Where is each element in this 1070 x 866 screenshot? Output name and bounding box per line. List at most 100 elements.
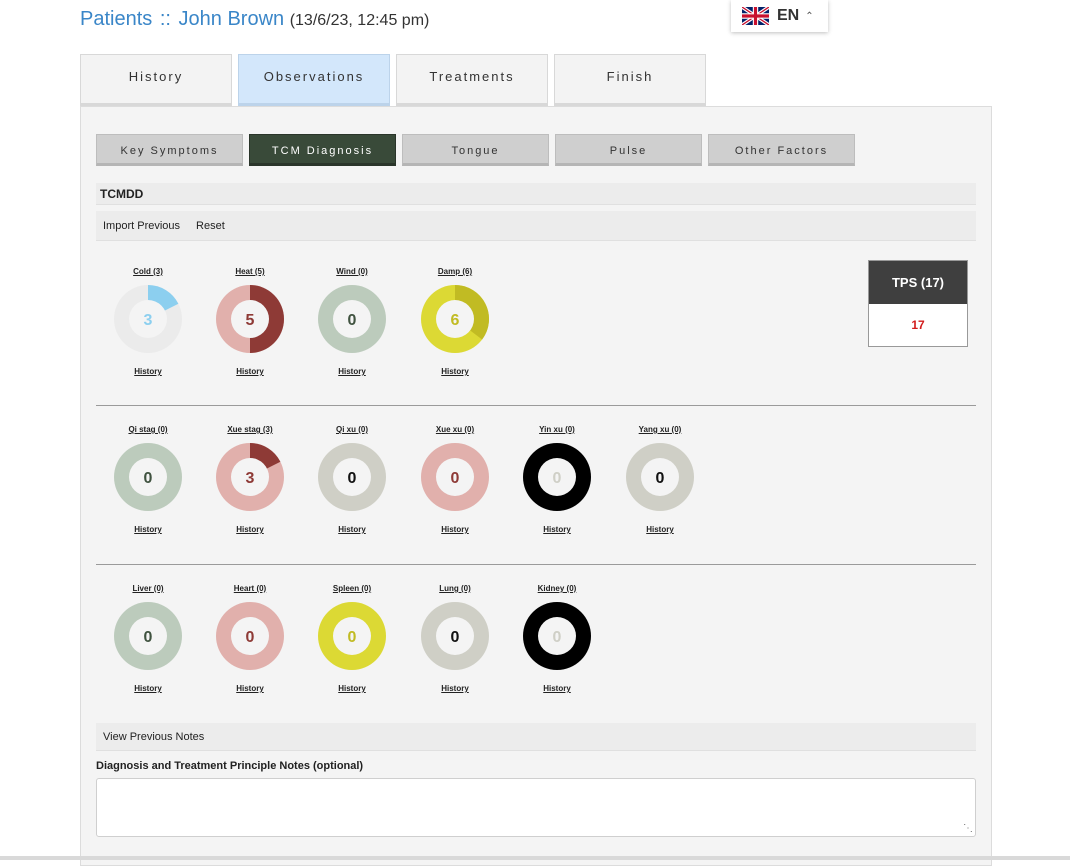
donut-gauge: 0 [421, 443, 489, 511]
gauge-value: 0 [656, 470, 665, 487]
reset-button[interactable]: Reset [196, 220, 225, 232]
gauge-label[interactable]: Qi stag (0) [97, 425, 199, 437]
gauge-label[interactable]: Qi xu (0) [301, 425, 403, 437]
uk-flag-icon [742, 7, 769, 25]
donut-gauge: 0 [626, 443, 694, 511]
gauge-value: 6 [451, 312, 460, 329]
history-link[interactable]: History [199, 525, 301, 534]
gauge-heat: Heat (5) 5 History [199, 267, 301, 376]
gauge-label[interactable]: Xue stag (3) [199, 425, 301, 437]
history-link[interactable]: History [506, 684, 608, 693]
gauge-label[interactable]: Wind (0) [301, 267, 403, 279]
row-divider [96, 405, 976, 406]
donut-gauge: 0 [318, 602, 386, 670]
gauge-label[interactable]: Xue xu (0) [404, 425, 506, 437]
gauge-label[interactable]: Lung (0) [404, 584, 506, 596]
gauge-value: 3 [144, 312, 153, 329]
gauge-value: 0 [348, 629, 357, 646]
tab-finish[interactable]: Finish [554, 54, 706, 106]
tps-box: TPS (17) 17 [868, 260, 968, 347]
gauge-label[interactable]: Damp (6) [404, 267, 506, 279]
gauge-cold: Cold (3) 3 History [97, 267, 199, 376]
tab-treatments[interactable]: Treatments [396, 54, 548, 106]
donut-gauge: 0 [318, 443, 386, 511]
gauge-lung: Lung (0) 0 History [404, 584, 506, 693]
view-previous-notes-button[interactable]: View Previous Notes [103, 731, 204, 743]
history-link[interactable]: History [609, 525, 711, 534]
gauge-heart: Heart (0) 0 History [199, 584, 301, 693]
resize-grip-icon[interactable]: ⋱ [963, 823, 973, 834]
gauge-qi-xu: Qi xu (0) 0 History [301, 425, 403, 534]
main-tabs: History Observations Treatments Finish [80, 54, 712, 106]
gauge-damp: Damp (6) 6 History [404, 267, 506, 376]
sub-tabs: Key Symptoms TCM Diagnosis Tongue Pulse … [96, 134, 861, 166]
gauge-wind: Wind (0) 0 History [301, 267, 403, 376]
chevron-up-icon: ⌃ [805, 10, 814, 22]
donut-gauge: 0 [421, 602, 489, 670]
gauge-value: 3 [246, 470, 255, 487]
language-selector[interactable]: EN ⌃ [731, 0, 828, 32]
gauge-liver: Liver (0) 0 History [97, 584, 199, 693]
bottom-divider [0, 856, 1070, 860]
breadcrumb-patient-link[interactable]: John Brown [179, 8, 285, 30]
history-link[interactable]: History [97, 684, 199, 693]
breadcrumb-patients-link[interactable]: Patients [80, 8, 152, 30]
gauge-label[interactable]: Heart (0) [199, 584, 301, 596]
donut-gauge: 0 [114, 602, 182, 670]
gauge-label[interactable]: Heat (5) [199, 267, 301, 279]
donut-gauge: 0 [114, 443, 182, 511]
tps-value: 17 [911, 318, 925, 332]
observations-panel: Key Symptoms TCM Diagnosis Tongue Pulse … [80, 106, 992, 866]
donut-gauge: 0 [523, 443, 591, 511]
history-link[interactable]: History [506, 525, 608, 534]
gauge-value: 0 [246, 629, 255, 646]
import-previous-button[interactable]: Import Previous [103, 220, 180, 232]
history-link[interactable]: History [199, 684, 301, 693]
gauge-spleen: Spleen (0) 0 History [301, 584, 403, 693]
history-link[interactable]: History [301, 684, 403, 693]
history-link[interactable]: History [301, 367, 403, 376]
gauge-value: 0 [451, 470, 460, 487]
history-link[interactable]: History [97, 525, 199, 534]
actions-bar: Import Previous Reset [96, 211, 976, 241]
subtab-tongue[interactable]: Tongue [402, 134, 549, 166]
donut-gauge: 0 [523, 602, 591, 670]
tps-title: TPS (17) [869, 261, 967, 304]
breadcrumb-separator: :: [159, 8, 171, 30]
gauge-yin-xu: Yin xu (0) 0 History [506, 425, 608, 534]
gauge-label[interactable]: Spleen (0) [301, 584, 403, 596]
gauge-value: 0 [348, 470, 357, 487]
donut-gauge: 0 [318, 285, 386, 353]
gauge-xue-xu: Xue xu (0) 0 History [404, 425, 506, 534]
tab-observations[interactable]: Observations [238, 54, 390, 106]
donut-gauge: 3 [114, 285, 182, 353]
gauge-label[interactable]: Yin xu (0) [506, 425, 608, 437]
row-divider [96, 564, 976, 565]
history-link[interactable]: History [404, 367, 506, 376]
history-link[interactable]: History [301, 525, 403, 534]
gauge-value: 0 [144, 629, 153, 646]
subtab-tcm-diagnosis[interactable]: TCM Diagnosis [249, 134, 396, 166]
donut-gauge: 3 [216, 443, 284, 511]
gauge-value: 0 [553, 629, 562, 646]
view-previous-notes-bar: View Previous Notes [96, 723, 976, 751]
gauge-label[interactable]: Kidney (0) [506, 584, 608, 596]
gauge-value: 0 [348, 312, 357, 329]
gauge-label[interactable]: Cold (3) [97, 267, 199, 279]
tab-history[interactable]: History [80, 54, 232, 106]
subtab-key-symptoms[interactable]: Key Symptoms [96, 134, 243, 166]
gauge-kidney: Kidney (0) 0 History [506, 584, 608, 693]
gauge-label[interactable]: Yang xu (0) [609, 425, 711, 437]
gauge-value: 0 [451, 629, 460, 646]
donut-gauge: 5 [216, 285, 284, 353]
subtab-pulse[interactable]: Pulse [555, 134, 702, 166]
language-code: EN [777, 7, 800, 24]
breadcrumb: Patients :: John Brown (13/6/23, 12:45 p… [80, 8, 429, 31]
history-link[interactable]: History [404, 525, 506, 534]
subtab-other-factors[interactable]: Other Factors [708, 134, 855, 166]
gauge-label[interactable]: Liver (0) [97, 584, 199, 596]
history-link[interactable]: History [199, 367, 301, 376]
history-link[interactable]: History [97, 367, 199, 376]
history-link[interactable]: History [404, 684, 506, 693]
notes-textarea[interactable] [96, 778, 976, 837]
